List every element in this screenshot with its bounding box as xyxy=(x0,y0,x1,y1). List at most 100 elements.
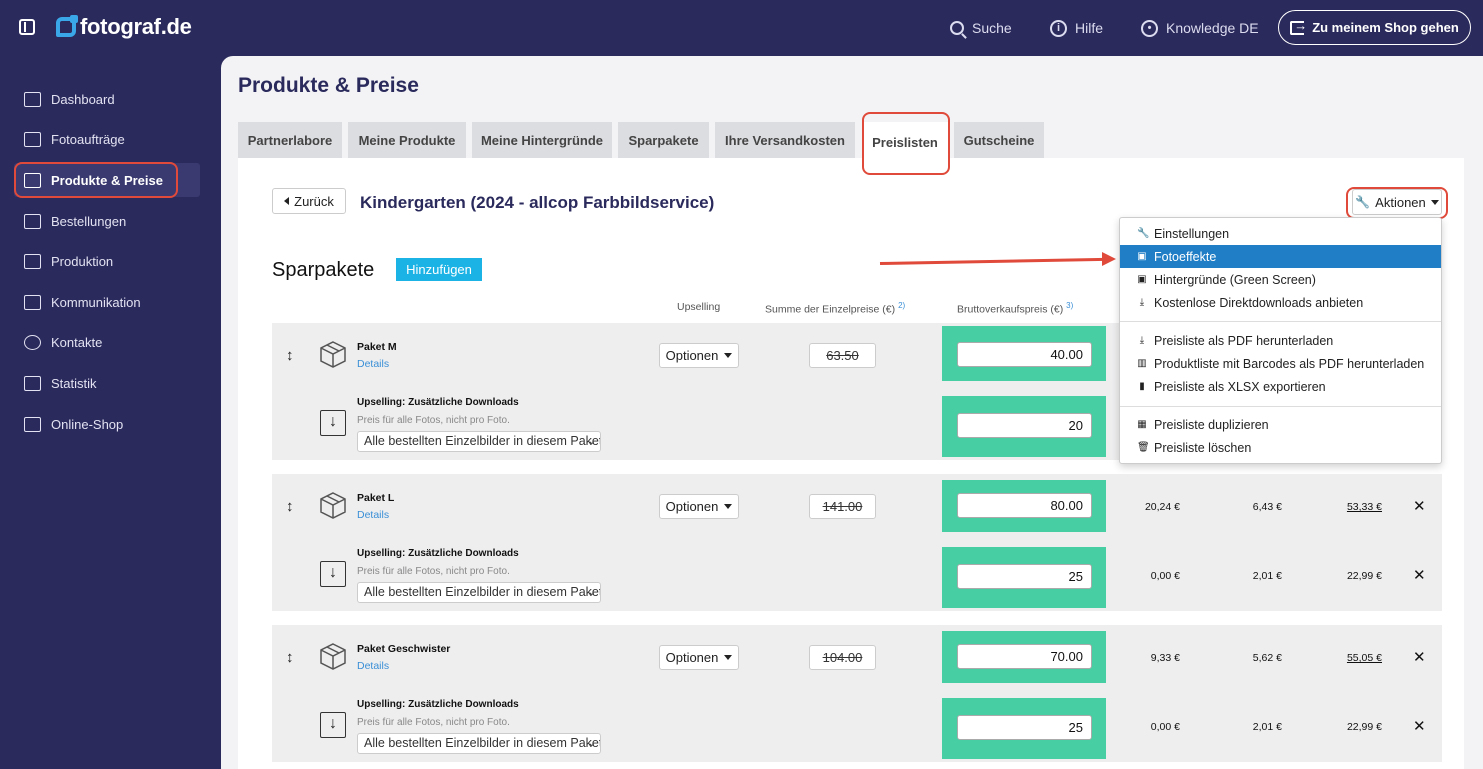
help-label: Hilfe xyxy=(1075,20,1104,36)
menu-item-pdf-download[interactable]: ⤓ Preisliste als PDF herunterladen xyxy=(1120,329,1441,352)
drag-handle-icon[interactable]: ↕ xyxy=(286,649,294,666)
upselling-price-input[interactable]: 20 xyxy=(957,413,1092,438)
sum-single-prices: 104.00 xyxy=(809,645,876,670)
options-dropdown[interactable]: Optionen xyxy=(659,645,739,670)
menu-item-hintergruende[interactable]: ▣ Hintergründe (Green Screen) xyxy=(1120,268,1441,291)
sidebar-item-label: Kommunikation xyxy=(51,294,141,310)
column-header-sum: Summe der Einzelpreise (€) 2) xyxy=(765,301,905,316)
tab-preislisten[interactable]: Preislisten xyxy=(862,122,948,162)
menu-item-barcodes-pdf[interactable]: ▥ Produktliste mit Barcodes als PDF herun… xyxy=(1120,352,1441,375)
knowledge-link[interactable]: • Knowledge DE xyxy=(1141,0,1259,56)
gross-price-input[interactable]: 80.00 xyxy=(957,493,1092,518)
search-label: Suche xyxy=(972,20,1012,36)
cost-value: 5,62 € xyxy=(1252,652,1282,664)
gross-price-input[interactable]: 40.00 xyxy=(957,342,1092,367)
add-package-button[interactable]: Hinzufügen xyxy=(396,258,482,281)
delete-icon[interactable]: ✕ xyxy=(1413,566,1426,584)
upselling-select[interactable]: Alle bestellten Einzelbilder in diesem P… xyxy=(357,582,601,603)
tab-meine-produkte[interactable]: Meine Produkte xyxy=(348,122,466,158)
menu-item-einstellungen[interactable]: 🔧 Einstellungen xyxy=(1120,222,1441,245)
sidebar-item-dashboard[interactable]: Dashboard xyxy=(14,82,200,116)
wrench-icon: 🔧 xyxy=(1137,228,1150,239)
actions-dropdown-button[interactable]: 🔧 Aktionen xyxy=(1352,189,1442,215)
image-icon: ▣ xyxy=(1137,251,1147,262)
sidebar-item-label: Bestellungen xyxy=(51,213,127,229)
sidebar-item-kommunikation[interactable]: Kommunikation xyxy=(14,285,200,319)
user-circle-icon: • xyxy=(1141,19,1158,37)
upselling-title: Upselling: Zusätzliche Downloads xyxy=(357,397,519,408)
tab-partnerlabore[interactable]: Partnerlabore xyxy=(238,122,342,158)
caret-down-icon xyxy=(1430,199,1439,205)
caret-left-icon xyxy=(284,197,290,205)
package-details-link[interactable]: Details xyxy=(357,509,389,521)
profit-value[interactable]: 53,33 € xyxy=(1322,501,1382,513)
chevron-down-icon: ⌄ xyxy=(587,587,596,598)
tab-versandkosten[interactable]: Ihre Versandkosten xyxy=(715,122,855,158)
download-icon: ⤓ xyxy=(1139,335,1145,346)
menu-item-label: Einstellungen xyxy=(1154,226,1230,241)
menu-item-fotoeffekte[interactable]: ▣ Fotoeffekte xyxy=(1120,245,1441,268)
page-title: Produkte & Preise xyxy=(238,74,419,97)
delete-icon[interactable]: ✕ xyxy=(1413,648,1426,666)
upselling-title: Upselling: Zusätzliche Downloads xyxy=(357,699,519,710)
tab-gutscheine[interactable]: Gutscheine xyxy=(954,122,1044,158)
sidebar-item-statistik[interactable]: Statistik xyxy=(14,366,200,400)
download-icon: ↓ xyxy=(320,561,346,587)
delete-icon[interactable]: ✕ xyxy=(1413,717,1426,735)
menu-item-duplizieren[interactable]: ▦ Preisliste duplizieren xyxy=(1120,413,1441,436)
upselling-price-input[interactable]: 25 xyxy=(957,564,1092,589)
actions-dropdown-menu: 🔧 Einstellungen ▣ Fotoeffekte ▣ Hintergründ… xyxy=(1119,217,1442,464)
go-to-shop-button[interactable]: Zu meinem Shop gehen xyxy=(1278,10,1471,45)
annotation-arrow-head xyxy=(1102,252,1116,266)
profit-value[interactable]: 55,05 € xyxy=(1322,652,1382,664)
sidebar-item-kontakte[interactable]: Kontakte xyxy=(14,325,200,359)
tab-meine-hintergruende[interactable]: Meine Hintergründe xyxy=(472,122,612,158)
package-details-link[interactable]: Details xyxy=(357,660,389,672)
upselling-select[interactable]: Alle bestellten Einzelbilder in diesem P… xyxy=(357,733,601,754)
sidebar-item-online-shop[interactable]: Online-Shop xyxy=(14,407,200,441)
drag-handle-icon[interactable]: ↕ xyxy=(286,347,294,364)
menu-item-label: Hintergründe (Green Screen) xyxy=(1154,272,1316,287)
upselling-price-input[interactable]: 25 xyxy=(957,715,1092,740)
menu-item-label: Preisliste duplizieren xyxy=(1154,417,1269,432)
search-link[interactable]: Suche xyxy=(950,0,1012,56)
back-button[interactable]: Zurück xyxy=(272,188,346,214)
box-icon xyxy=(24,213,41,229)
tab-sparpakete[interactable]: Sparpakete xyxy=(618,122,709,158)
menu-item-loeschen[interactable]: 🗑 Preisliste löschen xyxy=(1120,436,1441,459)
menu-item-xlsx-export[interactable]: ▮ Preisliste als XLSX exportieren xyxy=(1120,375,1441,398)
download-icon: ↓ xyxy=(320,410,346,436)
sidebar-item-produktion[interactable]: Produktion xyxy=(14,244,200,278)
section-title: Sparpakete xyxy=(272,259,375,281)
sidebar-item-bestellungen[interactable]: Bestellungen xyxy=(14,204,200,238)
sidebar-item-label: Kontakte xyxy=(51,334,103,350)
menu-item-label: Kostenlose Direktdownloads anbieten xyxy=(1154,295,1364,310)
delete-icon[interactable]: ✕ xyxy=(1413,497,1426,515)
exit-icon xyxy=(1290,18,1307,35)
sidebar-item-label: Produkte & Preise xyxy=(51,172,163,188)
package-name: Paket L xyxy=(357,492,395,504)
options-dropdown[interactable]: Optionen xyxy=(659,343,739,368)
sidebar-item-label: Produktion xyxy=(51,253,114,269)
options-label: Optionen xyxy=(665,499,719,514)
home-icon xyxy=(24,91,41,107)
caret-down-icon xyxy=(724,655,733,660)
sidebar-item-fotoauftraege[interactable]: Fotoaufträge xyxy=(14,122,200,156)
sidebar-toggle-icon[interactable] xyxy=(19,19,35,35)
sidebar-item-produkte-preise[interactable]: Produkte & Preise xyxy=(14,163,200,197)
menu-item-direktdownloads[interactable]: ⤓ Kostenlose Direktdownloads anbieten xyxy=(1120,291,1441,314)
options-dropdown[interactable]: Optionen xyxy=(659,494,739,519)
upselling-title: Upselling: Zusätzliche Downloads xyxy=(357,548,519,559)
sum-single-prices: 141.00 xyxy=(809,494,876,519)
help-link[interactable]: i Hilfe xyxy=(1050,0,1103,56)
package-details-link[interactable]: Details xyxy=(357,358,389,370)
drag-handle-icon[interactable]: ↕ xyxy=(286,498,294,515)
package-box-icon xyxy=(320,643,346,670)
upselling-select[interactable]: Alle bestellten Einzelbilder in diesem P… xyxy=(357,431,601,452)
package-row: ↕ Paket L Details Optionen 141.00 80.00 … xyxy=(272,474,1442,611)
gross-price-input[interactable]: 70.00 xyxy=(957,644,1092,669)
printer-icon xyxy=(24,253,41,269)
logo[interactable]: fotograf.de xyxy=(56,14,192,40)
caret-down-icon xyxy=(724,353,733,358)
package-box-icon xyxy=(320,341,346,368)
